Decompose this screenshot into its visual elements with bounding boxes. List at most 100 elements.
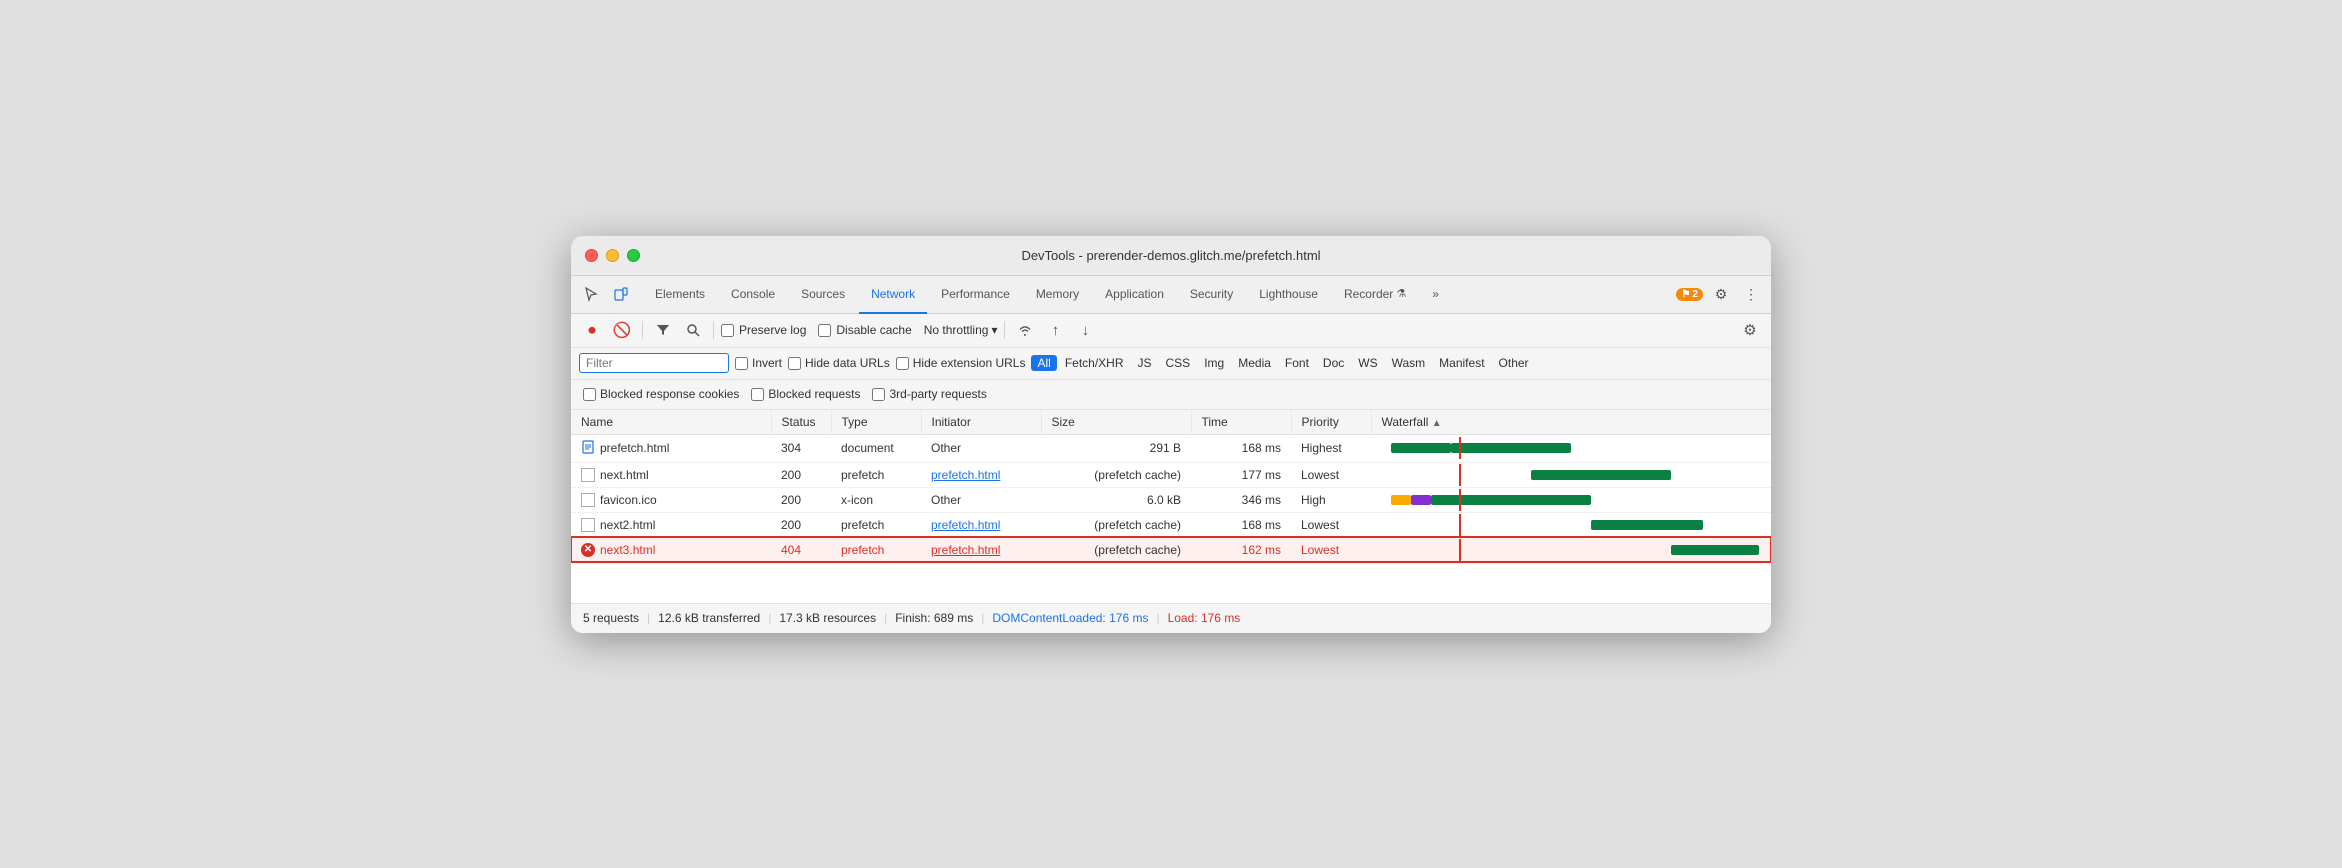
table-row[interactable]: ✕next3.html404prefetchprefetch.html(pref… [571, 537, 1771, 562]
network-toolbar: ⏺ 🚫 Preserve log Disable cache No thrott… [571, 314, 1771, 348]
empty-row [571, 563, 1771, 603]
table-row[interactable]: prefetch.html304documentOther291 B168 ms… [571, 434, 1771, 462]
resource-icon [581, 518, 595, 532]
third-party-checkbox[interactable] [872, 388, 885, 401]
disable-cache-checkbox[interactable] [818, 324, 831, 337]
col-header-type[interactable]: Type [831, 410, 921, 435]
filter-button[interactable] [650, 317, 676, 343]
table-row[interactable]: favicon.ico200x-iconOther6.0 kB346 msHig… [571, 487, 1771, 512]
col-header-size[interactable]: Size [1041, 410, 1191, 435]
device-toggle-icon[interactable] [609, 282, 633, 306]
table-row[interactable]: next2.html200prefetchprefetch.html(prefe… [571, 512, 1771, 537]
cell-initiator[interactable]: prefetch.html [921, 462, 1041, 487]
blocked-requests-label[interactable]: Blocked requests [751, 387, 860, 401]
tab-lighthouse[interactable]: Lighthouse [1247, 276, 1330, 314]
devtools-body: Elements Console Sources Network Perform… [571, 276, 1771, 633]
cell-initiator: Other [921, 487, 1041, 512]
issues-badge[interactable]: ⚑ 2 [1676, 288, 1703, 301]
resource-name[interactable]: favicon.ico [600, 493, 657, 507]
preserve-log-checkbox[interactable] [721, 324, 734, 337]
clear-button[interactable]: 🚫 [609, 317, 635, 343]
tab-memory[interactable]: Memory [1024, 276, 1091, 314]
throttle-selector[interactable]: No throttling ▾ [924, 323, 998, 337]
resource-name[interactable]: next2.html [600, 518, 655, 532]
import-icon[interactable]: ↑ [1042, 317, 1068, 343]
record-stop-button[interactable]: ⏺ [579, 317, 605, 343]
blocked-response-cookies-label[interactable]: Blocked response cookies [583, 387, 739, 401]
waterfall-redline [1459, 437, 1461, 459]
toolbar-divider-3 [1004, 321, 1005, 339]
col-header-time[interactable]: Time [1191, 410, 1291, 435]
resource-name[interactable]: prefetch.html [600, 441, 669, 455]
col-header-name[interactable]: Name [571, 410, 771, 435]
hide-extension-urls-label[interactable]: Hide extension URLs [896, 356, 1026, 370]
filter-type-wasm[interactable]: Wasm [1386, 355, 1432, 371]
invert-checkbox[interactable] [735, 357, 748, 370]
cursor-icon[interactable] [579, 282, 603, 306]
blocked-response-cookies-checkbox[interactable] [583, 388, 596, 401]
tab-more[interactable]: » [1420, 276, 1451, 314]
hide-extension-urls-checkbox[interactable] [896, 357, 909, 370]
blocked-requests-checkbox[interactable] [751, 388, 764, 401]
status-divider-3: | [884, 611, 887, 625]
waterfall-bar [1411, 495, 1431, 505]
col-header-initiator[interactable]: Initiator [921, 410, 1041, 435]
cell-waterfall [1371, 434, 1771, 462]
waterfall-bar [1431, 495, 1591, 505]
filter-type-media[interactable]: Media [1232, 355, 1277, 371]
resource-name[interactable]: next3.html [600, 543, 655, 557]
cell-size: 6.0 kB [1041, 487, 1191, 512]
export-icon[interactable]: ↓ [1072, 317, 1098, 343]
disable-cache-label[interactable]: Disable cache [818, 323, 911, 337]
filter-type-manifest[interactable]: Manifest [1433, 355, 1490, 371]
filter-type-font[interactable]: Font [1279, 355, 1315, 371]
minimize-button[interactable] [606, 249, 619, 262]
tab-application[interactable]: Application [1093, 276, 1176, 314]
tab-elements[interactable]: Elements [643, 276, 717, 314]
waterfall-redline [1459, 464, 1461, 486]
cell-priority: Lowest [1291, 537, 1371, 562]
search-button[interactable] [680, 317, 706, 343]
cell-time: 177 ms [1191, 462, 1291, 487]
settings-icon[interactable]: ⚙ [1709, 282, 1733, 306]
tab-security[interactable]: Security [1178, 276, 1245, 314]
tab-console[interactable]: Console [719, 276, 787, 314]
wifi-icon-btn[interactable] [1012, 317, 1038, 343]
load-time: Load: 176 ms [1168, 611, 1241, 625]
filter-type-ws[interactable]: WS [1352, 355, 1383, 371]
third-party-label[interactable]: 3rd-party requests [872, 387, 986, 401]
cell-initiator[interactable]: prefetch.html [921, 537, 1041, 562]
filter-type-doc[interactable]: Doc [1317, 355, 1350, 371]
more-icon[interactable]: ⋮ [1739, 282, 1763, 306]
cell-initiator: Other [921, 434, 1041, 462]
network-settings-icon[interactable]: ⚙ [1737, 317, 1763, 343]
tab-network[interactable]: Network [859, 276, 927, 314]
fullscreen-button[interactable] [627, 249, 640, 262]
table-row[interactable]: next.html200prefetchprefetch.html(prefet… [571, 462, 1771, 487]
invert-label[interactable]: Invert [735, 356, 782, 370]
cell-time: 346 ms [1191, 487, 1291, 512]
document-icon [581, 440, 595, 457]
preserve-log-label[interactable]: Preserve log [721, 323, 806, 337]
tab-performance[interactable]: Performance [929, 276, 1022, 314]
hide-data-urls-checkbox[interactable] [788, 357, 801, 370]
cell-type: document [831, 434, 921, 462]
col-header-status[interactable]: Status [771, 410, 831, 435]
col-header-priority[interactable]: Priority [1291, 410, 1371, 435]
tab-recorder[interactable]: Recorder ⚗ [1332, 276, 1418, 314]
resource-name[interactable]: next.html [600, 468, 649, 482]
resource-icon [581, 468, 595, 482]
cell-initiator[interactable]: prefetch.html [921, 512, 1041, 537]
filter-type-other[interactable]: Other [1493, 355, 1535, 371]
col-header-waterfall[interactable]: Waterfall ▲ [1371, 410, 1771, 435]
filter-type-fetch/xhr[interactable]: Fetch/XHR [1059, 355, 1130, 371]
close-button[interactable] [585, 249, 598, 262]
filter-input[interactable] [579, 353, 729, 373]
toolbar-divider-1 [642, 321, 643, 339]
filter-type-css[interactable]: CSS [1160, 355, 1197, 371]
filter-type-all[interactable]: All [1031, 355, 1056, 371]
filter-type-js[interactable]: JS [1132, 355, 1158, 371]
tab-sources[interactable]: Sources [789, 276, 857, 314]
hide-data-urls-label[interactable]: Hide data URLs [788, 356, 890, 370]
filter-type-img[interactable]: Img [1198, 355, 1230, 371]
